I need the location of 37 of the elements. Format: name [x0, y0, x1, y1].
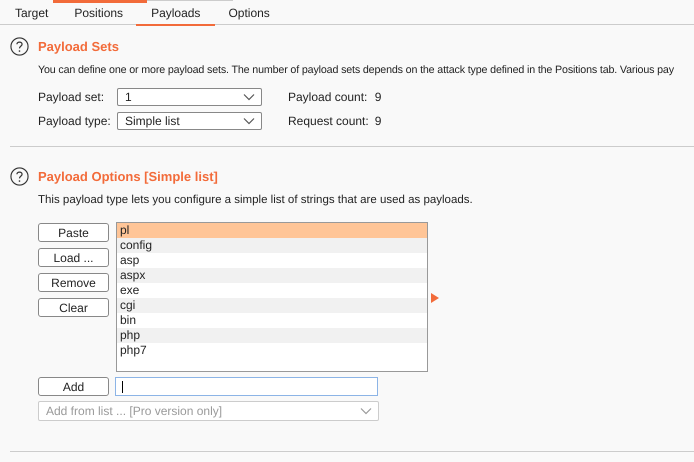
list-item[interactable]: php [117, 328, 427, 343]
triangle-right-icon[interactable] [431, 293, 439, 303]
action-button[interactable]: Load ... [38, 248, 109, 267]
tab[interactable]: Options [215, 3, 283, 24]
add-button[interactable]: Add [38, 377, 109, 396]
list-item[interactable]: cgi [117, 298, 427, 313]
action-button[interactable]: Clear [38, 298, 109, 317]
list-item[interactable]: pl [117, 223, 427, 238]
tab[interactable]: Payloads [136, 3, 216, 26]
count-value: 9 [374, 90, 382, 104]
list-item[interactable]: bin [117, 313, 427, 328]
list-item[interactable]: asp [117, 253, 427, 268]
action-button[interactable]: Paste [38, 223, 109, 242]
list-item[interactable]: php7 [117, 343, 427, 358]
chevron-down-icon [243, 117, 255, 125]
field-label: Payload type: [38, 114, 112, 128]
list-item[interactable]: config [117, 238, 427, 253]
chevron-down-icon [360, 407, 372, 415]
dropdown[interactable]: Simple list [117, 112, 262, 130]
input-field[interactable] [115, 377, 378, 396]
list-item[interactable]: aspx [117, 268, 427, 283]
tab[interactable]: Positions [61, 3, 136, 24]
section-description: This payload type lets you configure a simple list of strings that are used as payloads. [38, 194, 474, 206]
count-value: 9 [374, 114, 382, 128]
section-title: Payload Options [Simple list] [38, 168, 218, 184]
section-description: You can define one or more payload sets. The number of payload sets depends on the attack type defined in the Positions tab. Various pay [38, 64, 675, 76]
dropdown[interactable]: 1 [117, 88, 262, 106]
section-title: Payload Sets [38, 38, 119, 54]
action-button[interactable]: Remove [38, 273, 109, 292]
list-item[interactable]: exe [117, 283, 427, 298]
chevron-down-icon [243, 93, 255, 101]
help-icon[interactable] [10, 166, 29, 186]
count-label: Payload count: [288, 90, 368, 104]
count-label: Request count: [288, 114, 369, 128]
help-icon[interactable] [10, 36, 29, 56]
tab[interactable]: Target [2, 3, 62, 24]
field-label: Payload set: [38, 90, 106, 104]
